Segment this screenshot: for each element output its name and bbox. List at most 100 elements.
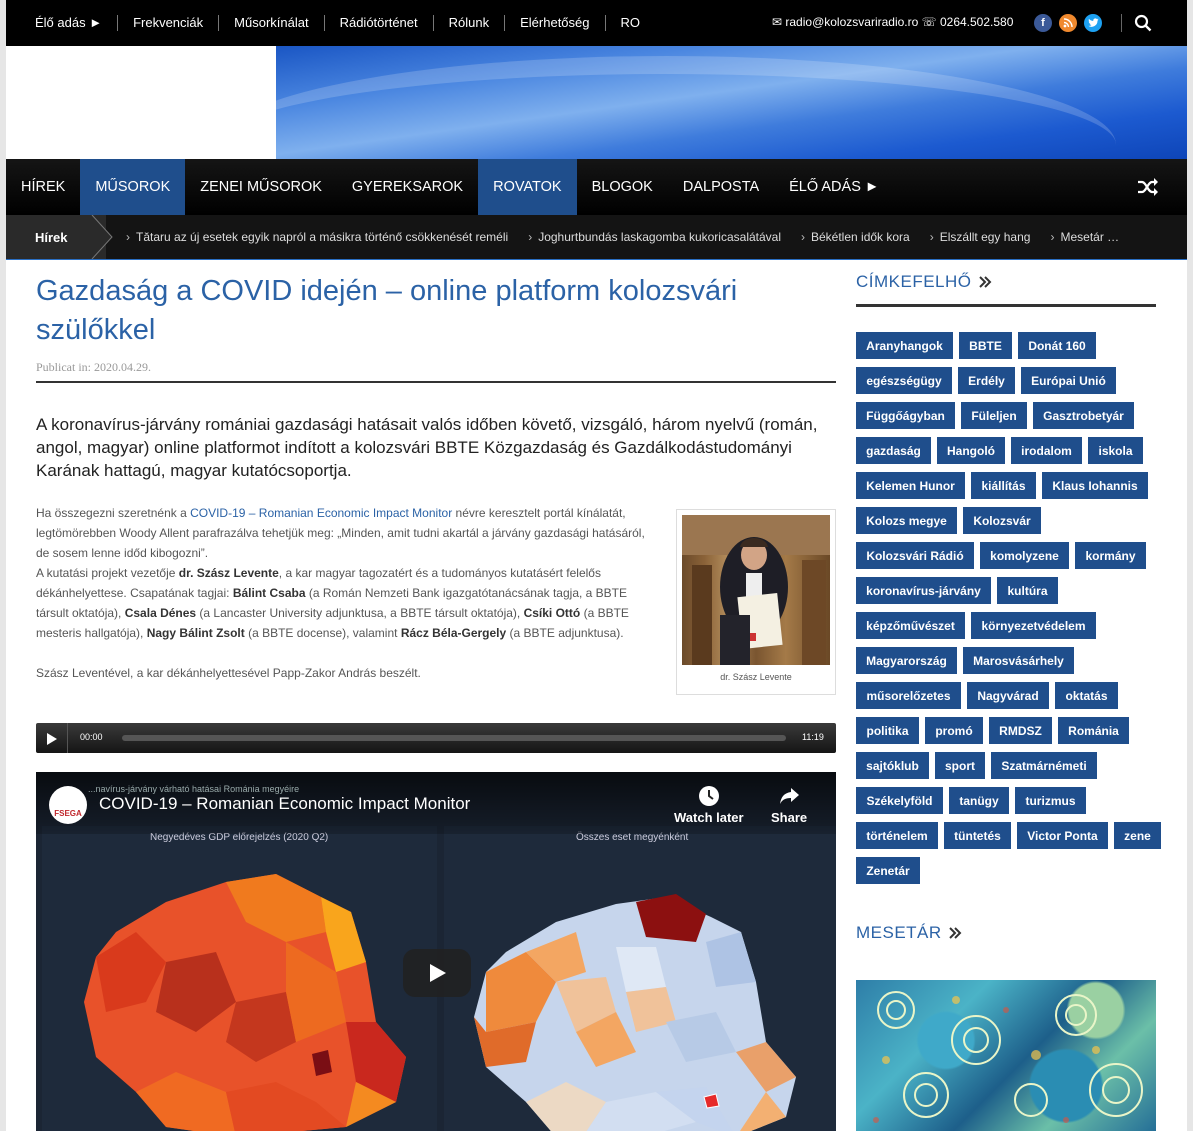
tag-link[interactable]: történelem — [856, 822, 938, 849]
tag-link[interactable]: irodalom — [1011, 437, 1082, 464]
twitter-icon[interactable] — [1084, 14, 1102, 32]
tag-link[interactable]: Függőágyban — [856, 402, 955, 429]
text: Ha összegezni szeretnénk a — [36, 506, 191, 520]
tag-link[interactable]: Marosvásárhely — [963, 647, 1074, 674]
nav-rovatok[interactable]: ROVATOK — [478, 159, 577, 215]
nav-elo-adas[interactable]: ÉLŐ ADÁS ► — [774, 159, 894, 215]
tag-link[interactable]: Erdély — [958, 367, 1015, 394]
person-name: dr. Szász Levente — [178, 566, 279, 580]
top-nav-about[interactable]: Rólunk — [434, 15, 506, 31]
video-play-button[interactable] — [403, 949, 471, 997]
paragraph-team: A kutatási projekt vezetője dr. Szász Le… — [36, 563, 656, 643]
channel-logo[interactable]: FSEGA — [49, 786, 87, 824]
video-title[interactable]: COVID-19 – Romanian Economic Impact Moni… — [99, 794, 470, 814]
tag-link[interactable]: Kolozsvári Rádió — [856, 542, 974, 569]
top-bar: Élő adás ► Frekvenciák Műsorkínálat Rádi… — [6, 0, 1187, 46]
rss-icon[interactable] — [1059, 14, 1077, 32]
tag-link[interactable]: Aranyhangok — [856, 332, 953, 359]
tag-link[interactable]: gazdaság — [856, 437, 931, 464]
nav-hirek[interactable]: HÍREK — [6, 159, 80, 215]
romania-gdp-map — [84, 874, 406, 1131]
tag-link[interactable]: egészségügy — [856, 367, 952, 394]
text: (a BBTE docense), valamint — [244, 626, 401, 640]
facebook-icon[interactable]: f — [1034, 14, 1052, 32]
tag-link[interactable]: turizmus — [1015, 787, 1086, 814]
ticker-item[interactable]: Tătaru az új esetek egyik napról a másik… — [126, 230, 508, 244]
publish-date: Publicat in: 2020.04.29. — [36, 360, 151, 374]
search-icon[interactable] — [1134, 14, 1152, 37]
top-nav-live[interactable]: Élő adás ► — [20, 15, 119, 31]
tag-link[interactable]: Klaus Iohannis — [1042, 472, 1148, 499]
person-name: Csíki Ottó — [523, 606, 581, 620]
tag-link[interactable]: RMDSZ — [989, 717, 1052, 744]
tag-link[interactable]: tanügy — [949, 787, 1009, 814]
share-button[interactable]: Share — [771, 785, 807, 825]
tag-link[interactable]: műsorelőzetes — [856, 682, 961, 709]
audio-current-time: 00:00 — [80, 732, 103, 742]
ticker-item[interactable]: Békétlen idők kora — [801, 230, 910, 244]
top-nav-history[interactable]: Rádiótörténet — [325, 15, 434, 31]
tag-link[interactable]: zene — [1114, 822, 1161, 849]
tag-link[interactable]: kormány — [1075, 542, 1146, 569]
tag-link[interactable]: komolyzene — [980, 542, 1069, 569]
tag-link[interactable]: kiállítás — [971, 472, 1036, 499]
romania-cases-map — [474, 894, 796, 1131]
tag-link[interactable]: Románia — [1058, 717, 1129, 744]
top-nav-frequencies[interactable]: Frekvenciák — [118, 15, 220, 31]
nav-dalposta[interactable]: DALPOSTA — [668, 159, 774, 215]
nav-zenei-musorok[interactable]: ZENEI MŰSOROK — [185, 159, 337, 215]
tag-link[interactable]: Gasztrobetyár — [1033, 402, 1134, 429]
tag-link[interactable]: képzőművészet — [856, 612, 965, 639]
tag-link[interactable]: oktatás — [1055, 682, 1118, 709]
tag-link[interactable]: koronavírus-járvány — [856, 577, 991, 604]
shuffle-icon[interactable] — [1137, 177, 1159, 202]
tagcloud-title: CÍMKEFELHŐ — [856, 272, 972, 291]
audio-progress-track[interactable] — [122, 735, 786, 741]
author-figure: dr. Szász Levente — [676, 509, 836, 695]
top-nav-language[interactable]: RO — [606, 15, 656, 31]
person-name: Nagy Bálint Zsolt — [146, 626, 245, 640]
contact-info[interactable]: ✉ radio@kolozsvariradio.ro ☏ 0264.502.58… — [772, 15, 1013, 29]
figure-caption: dr. Szász Levente — [720, 672, 792, 682]
tag-link[interactable]: politika — [856, 717, 919, 744]
tag-link[interactable]: Hangoló — [937, 437, 1005, 464]
text: A kutatási projekt vezetője — [36, 566, 179, 580]
tag-link[interactable]: Nagyvárad — [967, 682, 1049, 709]
ticker-item[interactable]: Elszállt egy hang — [930, 230, 1031, 244]
share-icon — [780, 788, 800, 804]
tag-link[interactable]: Európai Unió — [1021, 367, 1116, 394]
top-nav-contact[interactable]: Elérhetőség — [505, 15, 606, 31]
nav-gyereksarok[interactable]: GYEREKSAROK — [337, 159, 478, 215]
tag-link[interactable]: Kelemen Hunor — [856, 472, 965, 499]
tag-link[interactable]: BBTE — [959, 332, 1012, 359]
ticker-item[interactable]: Mesetár … — [1050, 230, 1119, 244]
article-body: Ha összegezni szeretnénk a COVID-19 – Ro… — [36, 503, 656, 683]
mesetar-image[interactable] — [856, 980, 1156, 1131]
top-nav-programs[interactable]: Műsorkínálat — [219, 15, 325, 31]
tag-link[interactable]: tüntetés — [944, 822, 1011, 849]
tag-link[interactable]: Kolozs megye — [856, 507, 957, 534]
tag-link[interactable]: sajtóklub — [856, 752, 929, 779]
ticker-item[interactable]: Joghurtbundás laskagomba kukoricasalátáv… — [528, 230, 781, 244]
tag-link[interactable]: Szatmárnémeti — [991, 752, 1097, 779]
portrait-photo[interactable] — [682, 515, 830, 665]
tag-link[interactable]: Magyarország — [856, 647, 957, 674]
impact-monitor-link[interactable]: COVID-19 – Romanian Economic Impact Moni… — [190, 506, 452, 520]
tag-link[interactable]: Victor Ponta — [1017, 822, 1108, 849]
video-embed[interactable]: Negyedéves GDP előrejelzés (2020 Q2) Öss… — [36, 772, 836, 1131]
play-icon[interactable] — [46, 732, 58, 750]
tag-link[interactable]: Donát 160 — [1018, 332, 1096, 359]
tag-link[interactable]: Kolozsvár — [963, 507, 1041, 534]
tag-link[interactable]: Székelyföld — [856, 787, 943, 814]
tag-link[interactable]: promó — [925, 717, 983, 744]
tag-link[interactable]: Zenetár — [856, 857, 920, 884]
nav-blogok[interactable]: BLOGOK — [577, 159, 668, 215]
banner-image — [276, 46, 1187, 159]
tag-link[interactable]: környezetvédelem — [971, 612, 1096, 639]
tag-link[interactable]: kultúra — [997, 577, 1058, 604]
watch-later-button[interactable]: Watch later — [674, 785, 744, 825]
tag-link[interactable]: sport — [935, 752, 985, 779]
nav-musorok[interactable]: MŰSOROK — [80, 159, 186, 215]
tag-link[interactable]: iskola — [1088, 437, 1143, 464]
tag-link[interactable]: Füleljen — [961, 402, 1027, 429]
